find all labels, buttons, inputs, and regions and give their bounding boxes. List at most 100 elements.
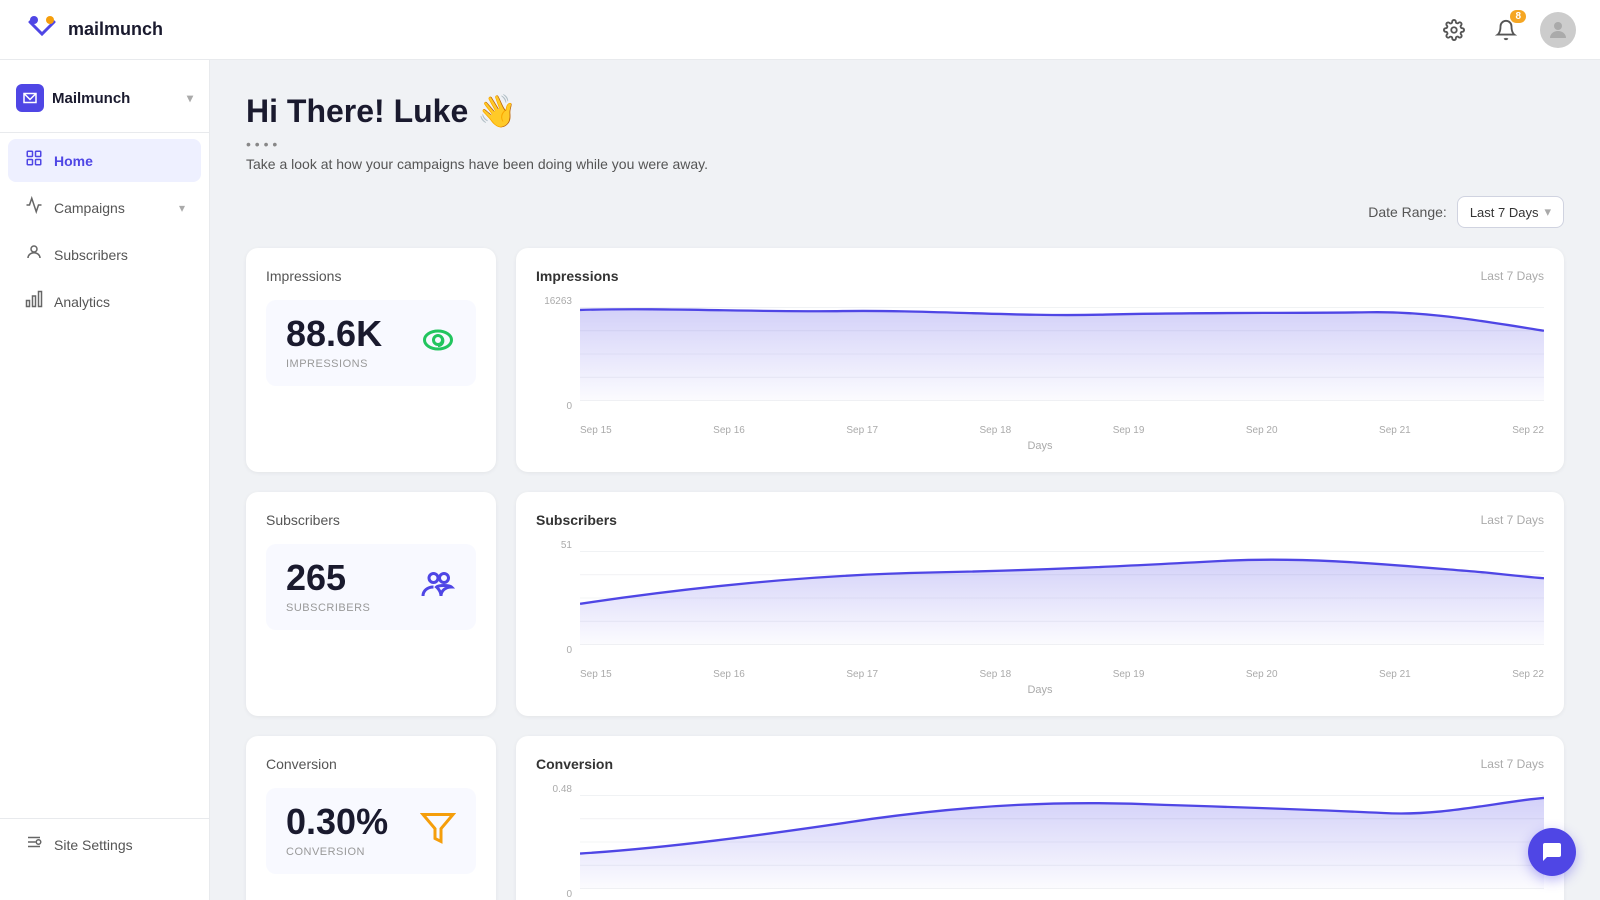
user-avatar-btn[interactable]	[1540, 12, 1576, 48]
sidebar-brand-icon	[16, 84, 44, 112]
subscribers-value: 265	[286, 560, 370, 596]
sidebar-brand[interactable]: Mailmunch ▾	[0, 76, 209, 128]
greeting-description: Take a look at how your campaigns have b…	[246, 156, 1564, 172]
campaigns-icon	[24, 196, 44, 219]
subscribers-stat-card: Subscribers 265 SUBSCRIBERS	[246, 492, 496, 716]
notification-btn[interactable]: 8	[1488, 12, 1524, 48]
x-label-3: Sep 17	[846, 425, 878, 436]
subscribers-x-axis: Sep 15 Sep 16 Sep 17 Sep 18 Sep 19 Sep 2…	[580, 669, 1544, 680]
subscribers-chart-area: 51 0	[536, 540, 1544, 680]
campaigns-chevron: ▾	[179, 201, 185, 215]
subscribers-days-label: Days	[536, 684, 1544, 696]
subscribers-label: SUBSCRIBERS	[286, 602, 370, 614]
sidebar: Mailmunch ▾ Home Campaigns ▾ Subscribers	[0, 60, 210, 900]
impressions-x-axis: Sep 15 Sep 16 Sep 17 Sep 18 Sep 19 Sep 2…	[580, 425, 1544, 436]
subscribers-chart-body	[580, 540, 1544, 656]
conv-y-min: 0	[536, 889, 572, 900]
impressions-stat-title: Impressions	[266, 268, 476, 284]
sidebar-item-campaigns[interactable]: Campaigns ▾	[8, 186, 201, 229]
x-label-6: Sep 20	[1246, 425, 1278, 436]
impressions-value: 88.6K	[286, 316, 382, 352]
sidebar-item-home-label: Home	[54, 153, 93, 169]
topnav: mailmunch 8	[0, 0, 1600, 60]
impressions-chart-card: Impressions Last 7 Days 16263 0	[516, 248, 1564, 472]
date-range-chevron-icon: ▾	[1544, 204, 1551, 220]
conversion-stat-title: Conversion	[266, 756, 476, 772]
sidebar-divider-top	[0, 132, 209, 133]
conversion-chart-body	[580, 784, 1544, 900]
subscribers-chart-header: Subscribers Last 7 Days	[536, 512, 1544, 528]
main-content: Hi There! Luke 👋 • • • • Take a look at …	[210, 60, 1600, 900]
site-settings-icon	[24, 833, 44, 856]
date-range-row: Date Range: Last 7 Days ▾	[246, 196, 1564, 228]
sub-y-min: 0	[536, 645, 572, 656]
sidebar-item-campaigns-label: Campaigns	[54, 200, 125, 216]
subscribers-row: Subscribers 265 SUBSCRIBERS	[246, 492, 1564, 716]
impressions-chart-area: 16263 0	[536, 296, 1544, 436]
impressions-chart-period: Last 7 Days	[1481, 269, 1544, 283]
sub-x-label-2: Sep 16	[713, 669, 745, 680]
conv-y-max: 0.48	[536, 784, 572, 795]
logo-text: mailmunch	[68, 19, 163, 40]
conversion-value: 0.30%	[286, 804, 388, 840]
conversion-stat-inner: 0.30% CONVERSION	[266, 788, 476, 874]
conversion-chart-title: Conversion	[536, 756, 613, 772]
impressions-y-axis: 16263 0	[536, 296, 576, 412]
eye-icon	[420, 322, 456, 365]
chat-icon	[1540, 840, 1564, 864]
avatar-icon	[1546, 18, 1570, 42]
greeting-section: Hi There! Luke 👋 • • • • Take a look at …	[246, 92, 1564, 172]
sidebar-item-subscribers-label: Subscribers	[54, 247, 128, 263]
impressions-y-min: 0	[536, 401, 572, 412]
logo[interactable]: mailmunch	[24, 12, 163, 48]
sub-y-max: 51	[536, 540, 572, 551]
logo-icon	[24, 12, 60, 48]
conversion-row: Conversion 0.30% CONVERSION Conversion	[246, 736, 1564, 900]
conversion-chart-card: Conversion Last 7 Days 0.48 0	[516, 736, 1564, 900]
conversion-chart-header: Conversion Last 7 Days	[536, 756, 1544, 772]
topnav-actions: 8	[1436, 12, 1576, 48]
sidebar-item-analytics-label: Analytics	[54, 294, 110, 310]
sub-x-label-4: Sep 18	[980, 669, 1012, 680]
impressions-y-max: 16263	[536, 296, 572, 307]
sidebar-bottom: Site Settings	[0, 814, 209, 884]
subscribers-icon	[24, 243, 44, 266]
x-label-4: Sep 18	[980, 425, 1012, 436]
conversion-chart-period: Last 7 Days	[1481, 757, 1544, 771]
sidebar-brand-chevron: ▾	[187, 91, 193, 105]
sub-x-label-3: Sep 17	[846, 669, 878, 680]
analytics-icon	[24, 290, 44, 313]
greeting-title: Hi There! Luke 👋	[246, 92, 1564, 130]
sidebar-item-analytics[interactable]: Analytics	[8, 280, 201, 323]
subscribers-chart-title: Subscribers	[536, 512, 617, 528]
chat-bubble-btn[interactable]	[1528, 828, 1576, 876]
x-label-2: Sep 16	[713, 425, 745, 436]
sidebar-item-site-settings[interactable]: Site Settings	[8, 823, 201, 866]
sidebar-brand-label: Mailmunch	[52, 90, 130, 107]
sub-x-label-1: Sep 15	[580, 669, 612, 680]
subscribers-chart-period: Last 7 Days	[1481, 513, 1544, 527]
x-label-8: Sep 22	[1512, 425, 1544, 436]
date-range-select[interactable]: Last 7 Days ▾	[1457, 196, 1564, 228]
sidebar-item-home[interactable]: Home	[8, 139, 201, 182]
sub-x-label-7: Sep 21	[1379, 669, 1411, 680]
conversion-stat-card: Conversion 0.30% CONVERSION	[246, 736, 496, 900]
greeting-subtitle: • • • •	[246, 136, 1564, 152]
settings-icon	[1443, 19, 1465, 41]
filter-icon	[420, 810, 456, 853]
date-range-value: Last 7 Days	[1470, 205, 1539, 220]
notification-badge: 8	[1510, 10, 1526, 23]
impressions-chart-body	[580, 296, 1544, 412]
date-range-label: Date Range:	[1368, 204, 1447, 220]
impressions-chart-title: Impressions	[536, 268, 618, 284]
conversion-y-axis: 0.48 0	[536, 784, 576, 900]
sub-x-label-6: Sep 20	[1246, 669, 1278, 680]
impressions-stat-inner: 88.6K IMPRESSIONS	[266, 300, 476, 386]
x-label-7: Sep 21	[1379, 425, 1411, 436]
settings-icon-btn[interactable]	[1436, 12, 1472, 48]
sidebar-item-subscribers[interactable]: Subscribers	[8, 233, 201, 276]
sub-x-label-5: Sep 19	[1113, 669, 1145, 680]
main-layout: Mailmunch ▾ Home Campaigns ▾ Subscribers	[0, 60, 1600, 900]
subscribers-y-axis: 51 0	[536, 540, 576, 656]
impressions-days-label: Days	[536, 440, 1544, 452]
